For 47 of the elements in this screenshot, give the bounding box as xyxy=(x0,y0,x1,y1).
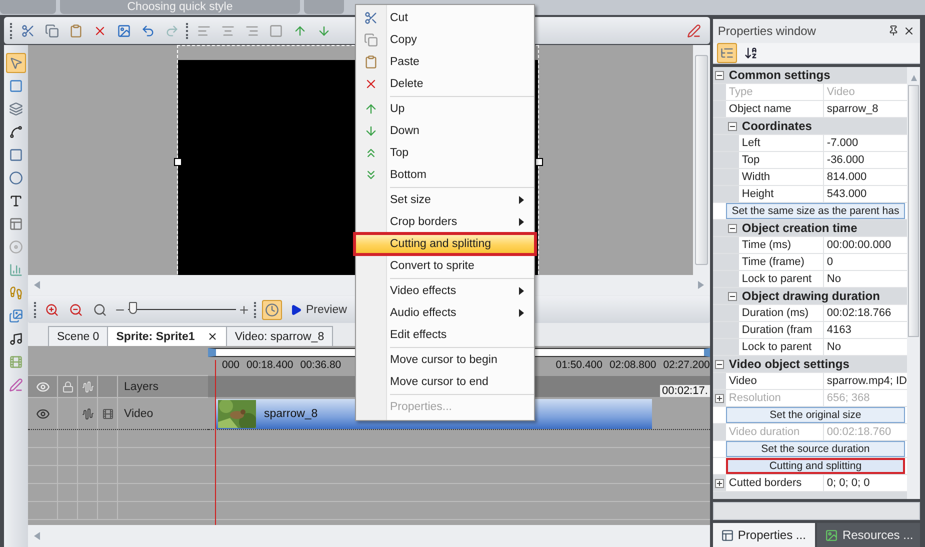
group-header: Object drawing duration xyxy=(740,289,880,303)
property-value: sparrow.mp4; ID xyxy=(824,373,907,389)
property-value: 00:02:18.760 xyxy=(824,424,907,440)
property-name: Top xyxy=(738,152,824,168)
property-value: 814.000 xyxy=(824,169,907,185)
property-name: Height xyxy=(738,186,824,202)
property-name: Left xyxy=(738,135,824,151)
property-value: No xyxy=(824,339,907,355)
layers-header: Layers xyxy=(123,380,160,392)
property-value: -36.000 xyxy=(824,152,907,168)
property-value: 4163 xyxy=(824,322,907,338)
ruler-label: 02:27.200 xyxy=(663,359,710,371)
property-name: Width xyxy=(738,169,824,185)
property-name: Resolution xyxy=(726,390,824,406)
group-header: Coordinates xyxy=(740,119,812,133)
ruler-label: 02:08.800 xyxy=(609,359,656,371)
property-value: sparrow_8 xyxy=(824,101,907,117)
ruler-label: 01:50.400 xyxy=(556,359,602,371)
ruler-label: 00:36.80 xyxy=(300,359,342,371)
property-name: Time (ms) xyxy=(738,237,824,253)
property-value: 543.000 xyxy=(824,186,907,202)
property-value: 0; 0; 0; 0 xyxy=(824,475,907,491)
property-name: Cutted borders xyxy=(726,475,824,491)
group-header: Common settings xyxy=(728,68,830,82)
end-time-marker: 00:02:17. xyxy=(660,385,710,397)
ruler-label: 00:18.400 xyxy=(246,359,294,371)
property-name: Duration (fram xyxy=(738,322,824,338)
property-value: 00:00:00.000 xyxy=(824,237,907,253)
property-name: Type xyxy=(726,84,824,100)
panel-title: Properties window xyxy=(718,24,816,38)
ruler-label: 000 xyxy=(222,359,240,371)
group-header: Object creation time xyxy=(740,221,858,235)
group-header: Video object settings xyxy=(728,357,850,371)
property-value: 0 xyxy=(824,254,907,270)
property-name: Time (frame) xyxy=(738,254,824,270)
property-name: Video duration xyxy=(726,424,824,440)
property-name: Object name xyxy=(726,101,824,117)
clip-name: sparrow_8 xyxy=(264,408,318,420)
property-name: Video xyxy=(726,373,824,389)
property-name: Lock to parent xyxy=(738,271,824,287)
property-value: 656; 368 xyxy=(824,390,907,406)
property-value: Video xyxy=(824,84,907,100)
property-value: No xyxy=(824,271,907,287)
property-value: 00:02:18.766 xyxy=(824,305,907,321)
property-value: -7.000 xyxy=(824,135,907,151)
property-name: Duration (ms) xyxy=(738,305,824,321)
property-name: Lock to parent xyxy=(738,339,824,355)
